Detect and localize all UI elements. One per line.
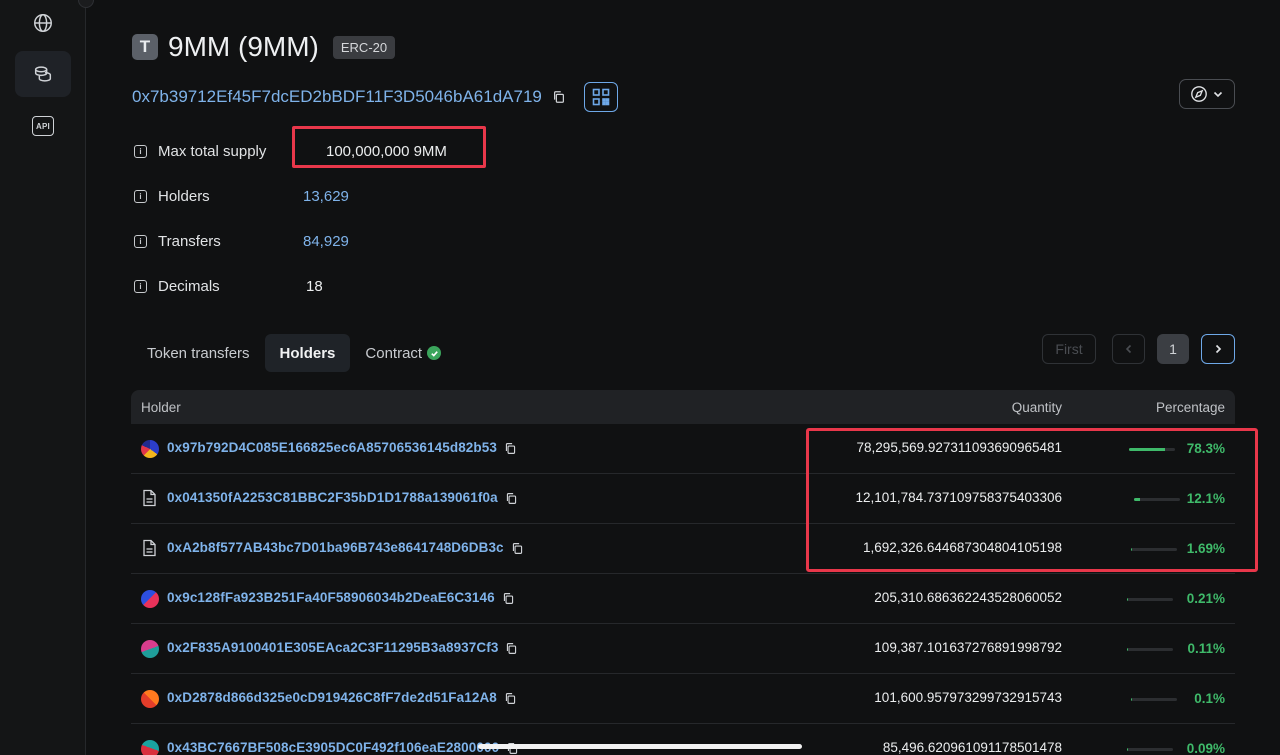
- compass-icon: [1191, 86, 1207, 102]
- holders-count-link[interactable]: 13,629: [303, 188, 349, 205]
- globe-icon: [34, 14, 52, 32]
- transfers-count-link[interactable]: 84,929: [303, 233, 349, 250]
- copy-icon[interactable]: [504, 692, 517, 705]
- column-header-percentage: Percentage: [1155, 400, 1225, 415]
- info-icon[interactable]: i: [134, 145, 147, 158]
- sidebar-item-blockchain[interactable]: [15, 0, 71, 46]
- copy-icon[interactable]: [502, 592, 515, 605]
- holder-avatar: [141, 740, 159, 755]
- percentage-bar: [1127, 598, 1173, 601]
- holder-address-text: 0x43BC7667BF508cE3905DC0F492f106eaE28000…: [167, 740, 500, 755]
- percentage-bar: [1131, 698, 1177, 701]
- holder-quantity: 85,496.620961091178501478: [882, 740, 1062, 755]
- copy-icon[interactable]: [505, 642, 518, 655]
- tab-contract-label: Contract: [365, 344, 423, 362]
- info-label: Holders: [158, 188, 210, 205]
- column-header-quantity: Quantity: [1011, 400, 1062, 415]
- holder-address-text: 0x97b792D4C085E166825ec6A85706536145d82b…: [167, 440, 497, 455]
- copy-icon[interactable]: [552, 90, 566, 104]
- chevron-right-icon: [1215, 344, 1222, 354]
- sidebar: API: [0, 0, 86, 755]
- holder-address-text: 0x2F835A9100401E305EAca2C3F11295B3a8937C…: [167, 640, 499, 655]
- copy-icon[interactable]: [505, 492, 518, 505]
- holder-percentage: 0.11%: [1187, 641, 1225, 656]
- pagination-current-page: 1: [1157, 334, 1189, 364]
- token-address-link[interactable]: 0x7b39712Ef45F7dcED2bBDF11F3D5046bA61dA7…: [132, 87, 542, 107]
- sidebar-item-tokens[interactable]: [15, 51, 71, 97]
- percentage-bar-fill: [1127, 598, 1128, 601]
- decimals-value: 18: [306, 278, 323, 295]
- tab-contract[interactable]: Contract: [350, 334, 456, 372]
- qr-code-icon: [592, 88, 610, 106]
- token-header: T 9MM (9MM) ERC-20: [132, 31, 396, 63]
- pagination-prev-button[interactable]: [1112, 334, 1145, 364]
- api-icon: API: [32, 116, 54, 136]
- contract-file-icon: [142, 489, 157, 512]
- info-transfers: i Transfers 84,929: [134, 233, 349, 250]
- holder-address-link[interactable]: 0x041350fA2253C81BBC2F35bD1D1788a139061f…: [167, 490, 518, 505]
- holder-address-text: 0x041350fA2253C81BBC2F35bD1D1788a139061f…: [167, 490, 498, 505]
- holder-quantity: 101,600.957973299732915743: [874, 690, 1062, 705]
- info-icon[interactable]: i: [134, 190, 147, 203]
- table-header: Holder Quantity Percentage: [131, 390, 1235, 424]
- copy-icon[interactable]: [504, 442, 517, 455]
- page-title: 9MM (9MM): [168, 31, 319, 62]
- holder-address-link[interactable]: 0x2F835A9100401E305EAca2C3F11295B3a8937C…: [167, 640, 518, 655]
- percentage-bar: [1127, 648, 1173, 651]
- token-icon: T: [132, 34, 158, 60]
- verified-check-icon: [427, 346, 442, 360]
- tab-holders[interactable]: Holders: [264, 334, 351, 372]
- copy-icon[interactable]: [511, 542, 524, 555]
- column-header-holder: Holder: [141, 400, 181, 415]
- holder-address-text: 0xD2878d866d325e0cD919426C8fF7de2d51Fa12…: [167, 690, 497, 705]
- table-row: 0xD2878d866d325e0cD919426C8fF7de2d51Fa12…: [131, 674, 1235, 724]
- info-icon[interactable]: i: [134, 235, 147, 248]
- info-holders: i Holders 13,629: [134, 188, 349, 205]
- qr-code-button[interactable]: [583, 82, 618, 112]
- tab-token-transfers[interactable]: Token transfers: [132, 334, 265, 372]
- holder-address-link[interactable]: 0x43BC7667BF508cE3905DC0F492f106eaE28000…: [167, 740, 519, 755]
- info-icon[interactable]: i: [134, 280, 147, 293]
- pagination-next-button[interactable]: [1201, 334, 1235, 364]
- highlight-box: [292, 126, 486, 168]
- table-row: 0x9c128fFa923B251Fa40F58906034b2DeaE6C31…: [131, 574, 1235, 624]
- token-address-row: 0x7b39712Ef45F7dcED2bBDF11F3D5046bA61dA7…: [132, 82, 618, 112]
- holder-percentage: 0.21%: [1186, 591, 1225, 606]
- holder-address-link[interactable]: 0xD2878d866d325e0cD919426C8fF7de2d51Fa12…: [167, 690, 517, 705]
- home-indicator: [478, 744, 802, 749]
- sidebar-item-api[interactable]: API: [15, 103, 71, 149]
- chevron-down-icon: [1213, 91, 1223, 98]
- holder-address-text: 0xA2b8f577AB43bc7D01ba96B743e8641748D6DB…: [167, 540, 504, 555]
- holder-avatar: [141, 690, 159, 708]
- token-standard-badge: ERC-20: [332, 35, 396, 59]
- info-label: Max total supply: [158, 143, 267, 160]
- pagination-first-button[interactable]: First: [1042, 334, 1096, 364]
- holder-quantity: 205,310.686362243528060052: [874, 590, 1062, 605]
- info-label: Decimals: [158, 278, 220, 295]
- holder-address-link[interactable]: 0x9c128fFa923B251Fa40F58906034b2DeaE6C31…: [167, 590, 515, 605]
- percentage-bar-fill: [1127, 648, 1128, 651]
- tab-bar: Token transfers Holders Contract: [132, 334, 456, 372]
- holder-percentage: 0.1%: [1194, 691, 1225, 706]
- holder-address-link[interactable]: 0xA2b8f577AB43bc7D01ba96B743e8641748D6DB…: [167, 540, 524, 555]
- chevron-left-icon: [1125, 344, 1131, 354]
- info-label: Transfers: [158, 233, 221, 250]
- holder-avatar: [141, 590, 159, 608]
- coins-icon: [34, 66, 52, 82]
- percentage-bar-fill: [1127, 748, 1128, 751]
- percentage-bar-fill: [1131, 698, 1132, 701]
- table-row: 0x43BC7667BF508cE3905DC0F492f106eaE28000…: [131, 724, 1235, 755]
- info-decimals: i Decimals 18: [134, 278, 323, 295]
- holder-address-link[interactable]: 0x97b792D4C085E166825ec6A85706536145d82b…: [167, 440, 517, 455]
- holder-avatar: [141, 440, 159, 458]
- contract-file-icon: [142, 539, 157, 562]
- table-row: 0x2F835A9100401E305EAca2C3F11295B3a8937C…: [131, 624, 1235, 674]
- percentage-bar: [1127, 748, 1173, 751]
- holder-quantity: 109,387.101637276891998792: [874, 640, 1062, 655]
- explorer-menu-button[interactable]: [1179, 79, 1235, 109]
- holder-address-text: 0x9c128fFa923B251Fa40F58906034b2DeaE6C31…: [167, 590, 495, 605]
- holder-percentage: 0.09%: [1186, 741, 1225, 755]
- highlight-box: [806, 428, 1258, 572]
- holder-avatar: [141, 640, 159, 658]
